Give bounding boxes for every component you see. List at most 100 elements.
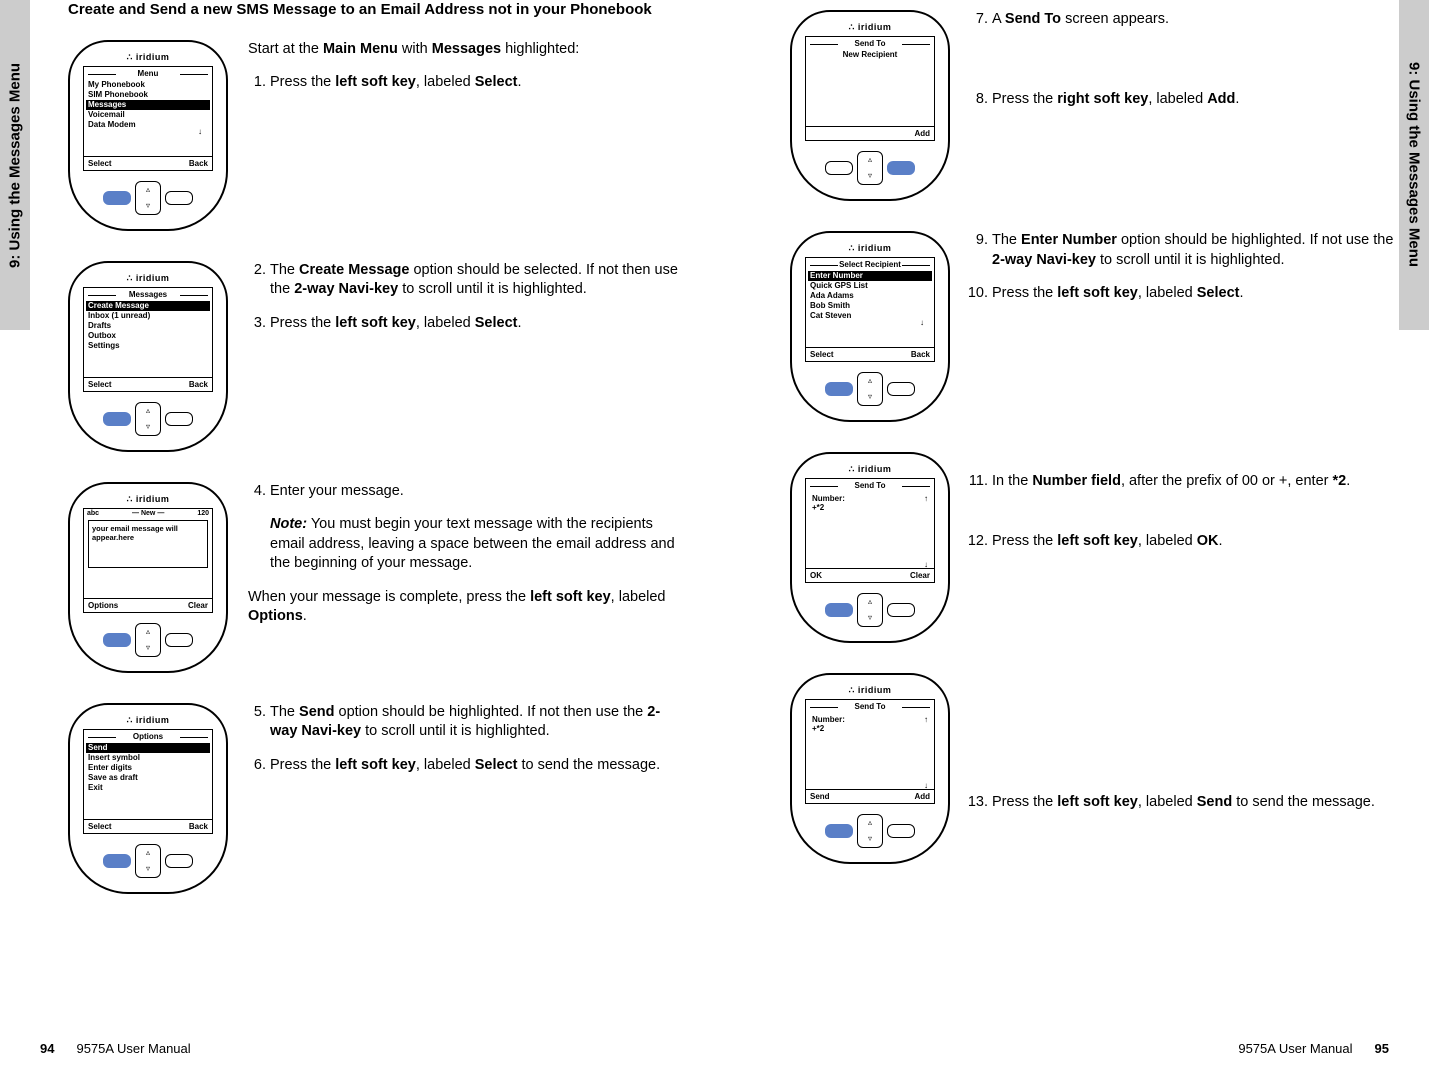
navi-key[interactable]: ▵▿ [135,402,161,436]
right-soft-key[interactable] [887,382,915,396]
manual-title: 9575A User Manual [1238,1041,1352,1056]
left-soft-key[interactable] [825,824,853,838]
left-soft-key[interactable] [825,161,853,175]
step-row-5: Send To New Recipient Add ▵▿ [790,10,1400,201]
menu-item: Cat Steven [810,311,930,321]
device-select-recipient: Select Recipient Enter Number Quick GPS … [790,231,950,422]
iridium-logo [849,464,892,475]
navi-key[interactable]: ▵▿ [857,593,883,627]
right-soft-key[interactable] [165,854,193,868]
scroll-down-icon: ↓ [810,321,930,326]
page-94: Create and Send a new SMS Message to an … [48,0,698,1070]
menu-item: SIM Phonebook [88,90,208,100]
menu-item-highlighted: Enter Number [808,271,932,281]
screen-title: Menu [84,67,212,78]
instructions-block-8: Press the left soft key, labeled Send to… [970,673,1400,827]
right-soft-key[interactable] [887,161,915,175]
menu-item: Bob Smith [810,301,930,311]
page-95: Send To New Recipient Add ▵▿ [770,0,1420,1070]
iridium-logo [849,22,892,33]
device-screen: Menu My Phonebook SIM Phonebook Messages… [83,66,213,171]
screen-title: Send To [806,700,934,711]
compose-header: abc — New — 120 [84,509,212,518]
screen-title: Send To [806,479,934,490]
footer-left: 94 9575A User Manual [40,1041,191,1056]
left-soft-key[interactable] [103,854,131,868]
navi-key[interactable]: ▵▿ [857,814,883,848]
page-number: 95 [1375,1041,1389,1056]
left-soft-key[interactable] [825,382,853,396]
instructions-block-1: Start at the Main Menu with Messages hig… [248,40,678,107]
navi-key[interactable]: ▵▿ [135,181,161,215]
instructions-block-5: A Send To screen appears. Press the righ… [970,10,1400,123]
softkey-right-label: Clear [910,571,930,580]
navi-key[interactable]: ▵▿ [857,151,883,185]
menu-item: Data Modem [88,120,208,130]
number-label: Number: [812,715,845,724]
navi-key[interactable]: ▵▿ [857,372,883,406]
menu-item: Drafts [88,321,208,331]
iridium-logo [127,273,170,284]
left-soft-key[interactable] [103,412,131,426]
instructions-block-3: Enter your message. Note: You must begin… [248,482,678,641]
screen-title: Send To [806,37,934,48]
softkey-right-label: Back [189,822,208,831]
menu-item: Outbox [88,331,208,341]
softkey-left-label: Send [810,792,830,801]
menu-item: Quick GPS List [810,281,930,291]
left-soft-key[interactable] [103,191,131,205]
device-messages-menu: Messages Create Message Inbox (1 unread)… [68,261,228,452]
device-send-final: Send To Number:↑ +*2 ↓ Send Add ▵▿ [790,673,950,864]
menu-item-highlighted: Create Message [86,301,210,311]
screen-title: Options [84,730,212,741]
softkey-right-label: Back [911,350,930,359]
menu-item: Voicemail [88,110,208,120]
softkey-right-label: Back [189,159,208,168]
step-row-3: abc — New — 120 your email message will … [68,482,678,673]
softkey-right-label: Clear [188,601,208,610]
step-row-1: Menu My Phonebook SIM Phonebook Messages… [68,40,678,231]
iridium-logo [127,715,170,726]
softkey-right-label: Add [914,792,930,801]
softkey-left-label: Select [810,350,834,359]
device-number-entry: Send To Number:↑ +*2 ↓ OK Clear ▵▿ [790,452,950,643]
step-row-8: Send To Number:↑ +*2 ↓ Send Add ▵▿ [790,673,1400,864]
right-soft-key[interactable] [165,191,193,205]
number-value[interactable]: +*2 [806,503,934,512]
iridium-logo [849,243,892,254]
device-options: Options Send Insert symbol Enter digits … [68,703,228,894]
instructions-block-7: In the Number field, after the prefix of… [970,452,1400,565]
softkey-left-label: Options [88,601,118,610]
footer-right: 9575A User Manual 95 [1238,1041,1389,1056]
screen-list: My Phonebook SIM Phonebook Messages Voic… [84,78,212,156]
menu-item-highlighted: Send [86,743,210,753]
iridium-logo [849,685,892,696]
softkey-right-label: Back [189,380,208,389]
navi-key[interactable]: ▵▿ [135,623,161,657]
menu-item: Ada Adams [810,291,930,301]
right-soft-key[interactable] [165,412,193,426]
left-soft-key[interactable] [825,603,853,617]
left-soft-key[interactable] [103,633,131,647]
menu-item: Exit [88,783,208,793]
softkey-right-label: Add [914,129,930,138]
step-row-6: Select Recipient Enter Number Quick GPS … [790,231,1400,422]
menu-item: Enter digits [88,763,208,773]
side-tab-left: 9: Using the Messages Menu [0,0,30,330]
right-soft-key[interactable] [165,633,193,647]
number-label: Number: [812,494,845,503]
number-value: +*2 [806,724,934,733]
menu-item: My Phonebook [88,80,208,90]
menu-item: Save as draft [88,773,208,783]
softkey-left-label: OK [810,571,822,580]
navi-key[interactable]: ▵▿ [135,844,161,878]
compose-text-area[interactable]: your email message will appear.here [88,520,208,568]
iridium-logo [127,494,170,505]
page-number: 94 [40,1041,54,1056]
screen-title: Messages [84,288,212,299]
device-compose: abc — New — 120 your email message will … [68,482,228,673]
softkey-left-label: Select [88,822,112,831]
step-row-7: Send To Number:↑ +*2 ↓ OK Clear ▵▿ [790,452,1400,643]
right-soft-key[interactable] [887,824,915,838]
right-soft-key[interactable] [887,603,915,617]
